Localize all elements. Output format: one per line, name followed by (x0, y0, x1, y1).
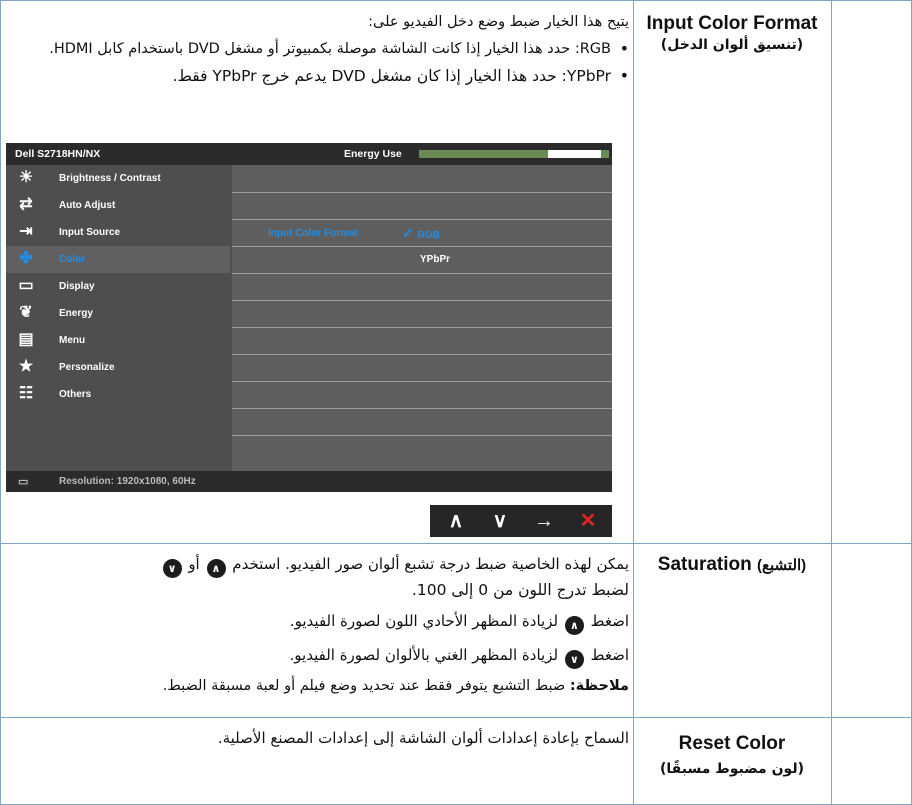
checkmark-icon: ✓ (402, 225, 414, 241)
table-border-left (0, 0, 1, 805)
input-color-format-title: Input Color Format (646, 13, 818, 34)
table-border-top (0, 0, 912, 1)
saturation-line-1: يمكن لهذه الخاصية ضبط درجة تشبع ألوان صو… (6, 552, 629, 578)
intro-text: يتيح هذا الخيار ضبط وضع دخل الفيديو على: (368, 14, 629, 30)
others-icon: ☷ (18, 385, 34, 402)
nav-enter-icon[interactable]: → (526, 508, 562, 534)
osd-menu-item[interactable]: ❦ Energy (6, 300, 230, 327)
up-button-icon: ∧ (206, 559, 226, 578)
nav-close-icon[interactable]: ✕ (570, 508, 606, 534)
saturation-note: ملاحظة: ضبط التشبع يتوفر فقط عند تحديد و… (6, 675, 629, 697)
osd-menu-item[interactable]: ⇥ Input Source (6, 219, 230, 246)
submenu-row-divider (232, 435, 612, 436)
press-label-2: اضغط (590, 646, 629, 664)
nav-up-icon[interactable]: ∧ (438, 508, 474, 534)
osd-menu-item-label: Auto Adjust (59, 200, 116, 211)
press-label-1: اضغط (590, 612, 629, 630)
increase-color-text: لزيادة المظهر الغني بالألوان لصورة الفيد… (289, 646, 559, 664)
nav-down-icon[interactable]: ∨ (482, 508, 518, 534)
reset-color-title: Reset Color (678, 733, 786, 754)
saturation-increase-mono: اضغط ∧ لزيادة المظهر الأحادي اللون لصورة… (6, 609, 629, 635)
row-divider-1 (0, 543, 912, 544)
saturation-line-1a: يمكن لهذه الخاصية ضبط درجة تشبع ألوان صو… (232, 555, 629, 573)
osd-menu-item[interactable]: ☀ Brightness / Contrast (6, 165, 230, 192)
submenu-input-color-format-label: Input Color Format (268, 228, 358, 239)
osd-menu-item[interactable]: ▤ Menu (6, 327, 230, 354)
settings-table: Input Color Format (تنسيق ألوان الدخل) ي… (0, 0, 912, 805)
reset-color-name: Reset Color (لون مضبوط مسبقًا) (636, 732, 828, 777)
osd-menu-screenshot: Dell S2718HN/NX Energy Use ☀ Brightness /… (6, 143, 612, 492)
rgb-bullet: RGB: حدد هذا الخيار إذا كانت الشاشة موصل… (6, 37, 629, 61)
ypbpr-bullet: YPbPr: حدد هذا الخيار إذا كان مشغل DVD ي… (6, 65, 629, 87)
submenu-row-divider (232, 354, 612, 355)
column-divider-1 (633, 0, 634, 805)
input-color-format-name: Input Color Format (تنسيق ألوان الدخل) (636, 12, 828, 53)
osd-menu-item[interactable]: ★ Personalize (6, 354, 230, 381)
osd-menu-item-label: Others (59, 389, 92, 400)
saturation-name: (التشبع) Saturation (636, 553, 828, 577)
energy-use-meter (419, 150, 609, 158)
osd-menu-item[interactable]: ☷ Others (6, 381, 230, 408)
submenu-row-divider (232, 300, 612, 301)
osd-menu-item-label: Color (59, 254, 86, 265)
submenu-row-divider (232, 273, 612, 274)
saturation-title: (التشبع) Saturation (636, 553, 828, 577)
note-text: ضبط التشبع يتوفر فقط عند تحديد وضع فيلم … (162, 678, 566, 694)
increase-mono-text: لزيادة المظهر الأحادي اللون لصورة الفيدي… (289, 612, 559, 630)
osd-main-menu: ☀ Brightness / Contrast ⇄ Auto Adjust ⇥ Input… (6, 165, 230, 471)
osd-menu-item[interactable]: ▭ Display (6, 273, 230, 300)
osd-footer: ▭ Resolution: 1920x1080, 60Hz (6, 471, 612, 492)
saturation-description: يمكن لهذه الخاصية ضبط درجة تشبع ألوان صو… (6, 552, 629, 697)
saturation-increase-color: اضغط ∨ لزيادة المظهر الغني بالألوان لصور… (6, 643, 629, 669)
osd-menu-item-label: Display (59, 281, 95, 292)
osd-menu-item-label: Brightness / Contrast (59, 173, 161, 184)
color-icon: ✤ (19, 250, 33, 267)
energy-use-fill (547, 150, 601, 158)
input-color-format-title-ar: (تنسيق ألوان الدخل) (660, 37, 804, 53)
submenu-row-divider (232, 219, 612, 220)
osd-energy-label: Energy Use (344, 148, 402, 160)
submenu-option-ypbpr[interactable]: YPbPr (420, 254, 450, 265)
auto-adjust-icon: ⇄ (19, 196, 33, 213)
submenu-row-divider (232, 408, 612, 409)
input-source-icon: ⇥ (19, 223, 33, 240)
display-icon: ▭ (18, 277, 34, 294)
saturation-line-1b: أو (188, 555, 200, 573)
osd-menu-item[interactable]: ✤ Color (6, 246, 230, 273)
note-label: ملاحظة: (569, 678, 629, 694)
submenu-row-divider (232, 246, 612, 247)
submenu-row-divider (232, 381, 612, 382)
monitor-connector-icon: ▭ (18, 476, 29, 488)
saturation-title-ar: (التشبع) (757, 557, 807, 574)
reset-color-text: السماح بإعادة إعدادات ألوان الشاشة إلى إ… (217, 729, 629, 747)
osd-menu-item-label: Energy (59, 308, 93, 319)
star-icon: ★ (18, 358, 34, 375)
osd-title-bar: Dell S2718HN/NX Energy Use (6, 143, 612, 165)
row-divider-2 (0, 717, 912, 718)
submenu-option-rgb-label: RGB (417, 230, 440, 241)
osd-menu-item[interactable]: ⇄ Auto Adjust (6, 192, 230, 219)
energy-icon: ❦ (19, 304, 33, 321)
down-button-icon: ∨ (564, 650, 584, 669)
submenu-row-divider (232, 327, 612, 328)
reset-color-title-ar: (لون مضبوط مسبقًا) (660, 761, 804, 777)
submenu-option-rgb[interactable]: ✓ RGB (402, 225, 440, 242)
input-color-format-description: يتيح هذا الخيار ضبط وضع دخل الفيديو على:… (6, 11, 629, 87)
menu-icon: ▤ (18, 331, 34, 348)
osd-menu-item-label: Input Source (59, 227, 121, 238)
brightness-icon: ☀ (18, 169, 34, 186)
column-divider-2 (831, 0, 832, 805)
osd-menu-item-label: Personalize (59, 362, 115, 373)
up-button-icon: ∧ (564, 616, 584, 635)
saturation-line-2: لضبط تدرج اللون من 0 إلى 100. (411, 581, 629, 599)
osd-model-name: Dell S2718HN/NX (15, 148, 101, 160)
submenu-row-divider (232, 192, 612, 193)
saturation-title-en: Saturation (657, 554, 752, 575)
down-button-icon: ∨ (162, 559, 182, 578)
osd-menu-item-label: Menu (59, 335, 86, 346)
reset-color-description: السماح بإعادة إعدادات ألوان الشاشة إلى إ… (6, 727, 629, 749)
osd-resolution: Resolution: 1920x1080, 60Hz (59, 476, 196, 487)
osd-submenu-panel: Input Color Format ✓ RGB YPbPr (232, 165, 612, 471)
osd-navigation-bar: ∧ ∨ → ✕ (430, 505, 612, 537)
